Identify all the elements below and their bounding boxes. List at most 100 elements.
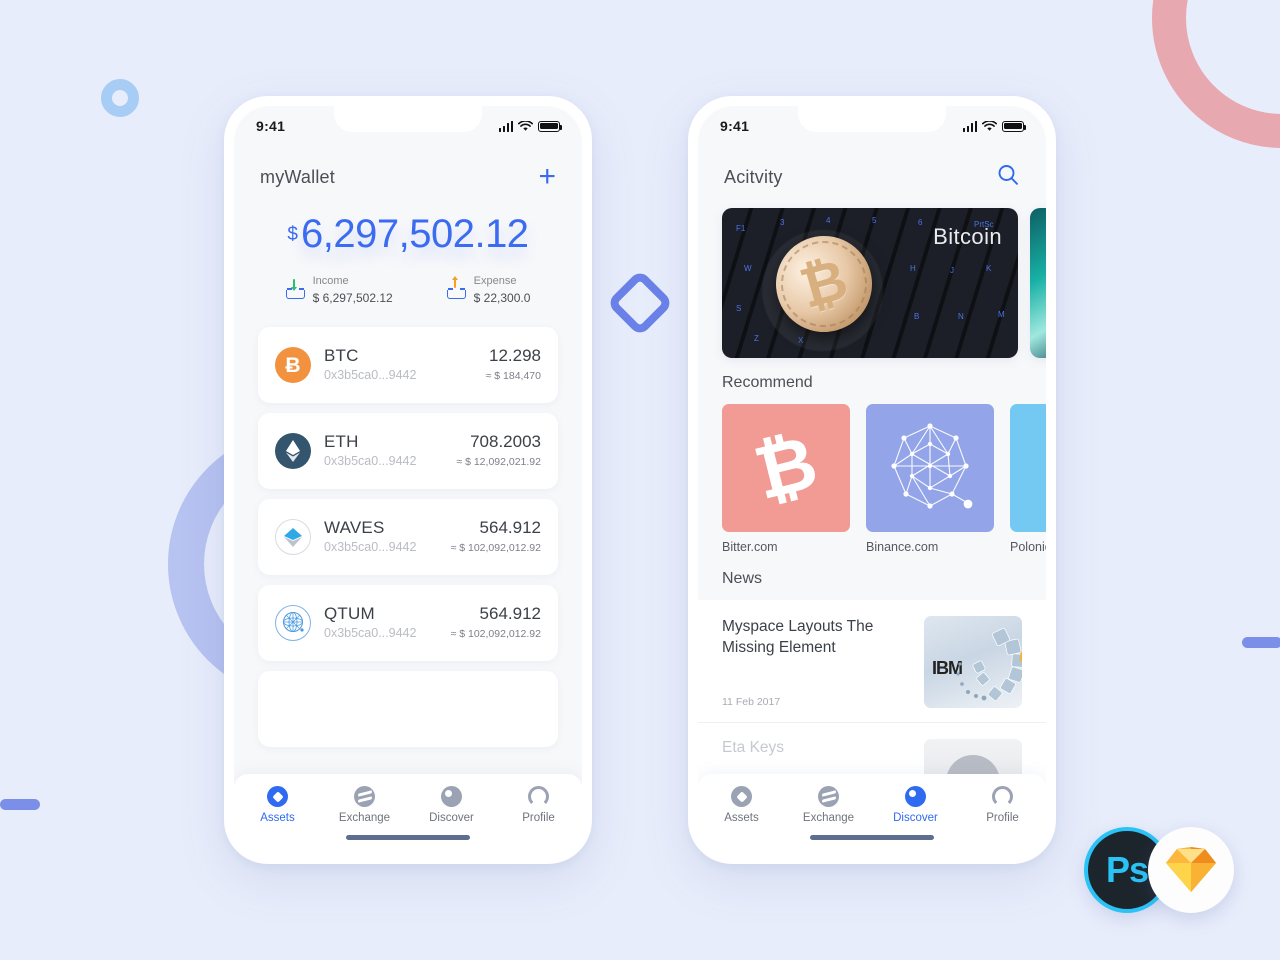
search-button[interactable] (996, 163, 1020, 192)
asset-quantity: 564.912 (479, 518, 541, 537)
tab-label: Profile (986, 812, 1019, 824)
status-bar: 9:41 (698, 106, 1046, 146)
rings-graphic (956, 627, 1022, 701)
balance-block: $ 6,297,502.12 Income $ 6,297,502.12 Exp… (234, 208, 582, 309)
wifi-icon (982, 120, 997, 131)
recommend-name: Bitter.com (722, 540, 778, 554)
tab-label: Discover (893, 812, 938, 824)
tab-label: Exchange (802, 812, 855, 824)
recommend-carousel[interactable]: ₿ Bitter.com Binance.com Poloni (698, 404, 1046, 554)
news-thumbnail: IBM (924, 616, 1022, 708)
table-row[interactable]: WAVES 0x3b5ca0...9442 564.912 ≈ $ 102,09… (258, 499, 558, 575)
discover-screen: 9:41 Acitvity F1 3 4 5 6 PrtSc H J K W S… (698, 106, 1046, 854)
battery-icon (538, 120, 563, 132)
decor-lightblue-ring (101, 79, 139, 117)
sketch-logo (1148, 827, 1234, 913)
news-headline: Eta Keys (722, 739, 785, 756)
notch (798, 106, 946, 132)
plus-icon: + (538, 160, 556, 193)
sketch-gem-icon (1166, 847, 1216, 892)
poloniex-thumb (1010, 404, 1046, 532)
qtum-icon (275, 605, 311, 641)
asset-list[interactable]: Ƀ BTC 0x3b5ca0...9442 12.298 ≈ $ 184,470 (234, 309, 582, 747)
home-indicator[interactable] (810, 835, 934, 840)
table-row[interactable]: QTUM 0x3b5ca0...9442 564.912 ≈ $ 102,092… (258, 585, 558, 661)
tab-assets[interactable]: Assets (234, 786, 321, 824)
bitcoin-coin-graphic: ₿ (764, 224, 884, 344)
profile-icon (992, 786, 1013, 807)
tab-assets[interactable]: Assets (698, 786, 785, 824)
asset-address: 0x3b5ca0...9442 (324, 454, 417, 468)
page-title: Acitvity (724, 166, 783, 187)
tab-label: Profile (522, 812, 555, 824)
tab-bar: Assets Exchange Discover Profile (234, 774, 582, 854)
binance-thumb (866, 404, 994, 532)
tab-discover[interactable]: Discover (408, 786, 495, 824)
notch (334, 106, 482, 132)
decor-left-bar (0, 799, 40, 810)
list-item[interactable]: Polonie (1010, 404, 1046, 554)
news-title: News (722, 570, 763, 587)
income-item[interactable]: Income $ 6,297,502.12 (285, 271, 393, 307)
asset-address: 0x3b5ca0...9442 (324, 368, 417, 382)
asset-usd: ≈ $ 184,470 (485, 370, 541, 382)
expense-label: Expense (473, 275, 517, 287)
expense-item[interactable]: Expense $ 22,300.0 (446, 271, 530, 307)
tab-profile[interactable]: Profile (959, 786, 1046, 824)
bitcoin-keyboard-banner[interactable]: F1 3 4 5 6 PrtSc H J K W E S Z X B N M ₿… (722, 208, 1018, 358)
tab-discover[interactable]: Discover (872, 786, 959, 824)
asset-symbol: WAVES (324, 518, 385, 537)
recommend-name: Binance.com (866, 540, 939, 554)
tab-exchange[interactable]: Exchange (321, 786, 408, 824)
income-icon (285, 279, 305, 299)
banner-carousel[interactable]: F1 3 4 5 6 PrtSc H J K W E S Z X B N M ₿… (698, 208, 1046, 358)
teal-abstract-banner[interactable] (1030, 208, 1046, 358)
asset-quantity: 708.2003 (470, 432, 541, 451)
assets-icon (267, 786, 288, 807)
waves-icon (275, 519, 311, 555)
recommend-title: Recommend (722, 374, 813, 391)
tab-label: Discover (429, 812, 474, 824)
asset-symbol: ETH (324, 432, 359, 451)
income-label: Income (312, 275, 349, 287)
home-indicator[interactable] (346, 835, 470, 840)
tab-exchange[interactable]: Exchange (785, 786, 872, 824)
income-expense-row: Income $ 6,297,502.12 Expense $ 22,300.0 (234, 271, 582, 307)
status-icons (498, 120, 563, 132)
asset-symbol: BTC (324, 346, 359, 365)
news-date: 11 Feb 2017 (722, 696, 781, 708)
decor-pink-ring (1152, 0, 1280, 148)
tab-label: Assets (260, 812, 295, 824)
asset-usd: ≈ $ 102,092,012.92 (450, 542, 541, 554)
balance-currency: $ (287, 224, 298, 245)
exchange-icon (818, 786, 839, 807)
signal-icon (498, 120, 513, 132)
discover-icon (905, 786, 926, 807)
list-item[interactable]: ₿ Bitter.com (722, 404, 850, 554)
recommend-name: Polonie (1010, 540, 1046, 554)
asset-symbol: QTUM (324, 604, 375, 623)
asset-quantity: 12.298 (489, 346, 541, 365)
table-row[interactable]: ETH 0x3b5ca0...9442 708.2003 ≈ $ 12,092,… (258, 413, 558, 489)
asset-usd: ≈ $ 12,092,021.92 (456, 456, 541, 468)
add-wallet-button[interactable]: + (538, 162, 556, 192)
bitcoin-glyph-icon: ₿ (746, 419, 826, 516)
network-graph-icon (891, 423, 973, 509)
assets-icon (731, 786, 752, 807)
table-row[interactable]: Ƀ BTC 0x3b5ca0...9442 12.298 ≈ $ 184,470 (258, 327, 558, 403)
ethereum-icon (275, 433, 311, 469)
bitcoin-icon: Ƀ (275, 347, 311, 383)
list-item[interactable]: Binance.com (866, 404, 994, 554)
table-row-partial[interactable] (258, 671, 558, 747)
photoshop-label: Ps (1105, 849, 1149, 890)
asset-quantity: 564.912 (479, 604, 541, 623)
bitter-thumb: ₿ (722, 404, 850, 532)
expense-icon (446, 275, 466, 299)
list-item[interactable]: Myspace Layouts The Missing Element 11 F… (698, 600, 1046, 723)
decor-diamond-outline (606, 269, 674, 337)
income-value: $ 6,297,502.12 (312, 291, 393, 305)
discover-icon (441, 786, 462, 807)
asset-address: 0x3b5ca0...9442 (324, 540, 417, 554)
phone-discover: 9:41 Acitvity F1 3 4 5 6 PrtSc H J K W S… (688, 96, 1056, 864)
tab-profile[interactable]: Profile (495, 786, 582, 824)
